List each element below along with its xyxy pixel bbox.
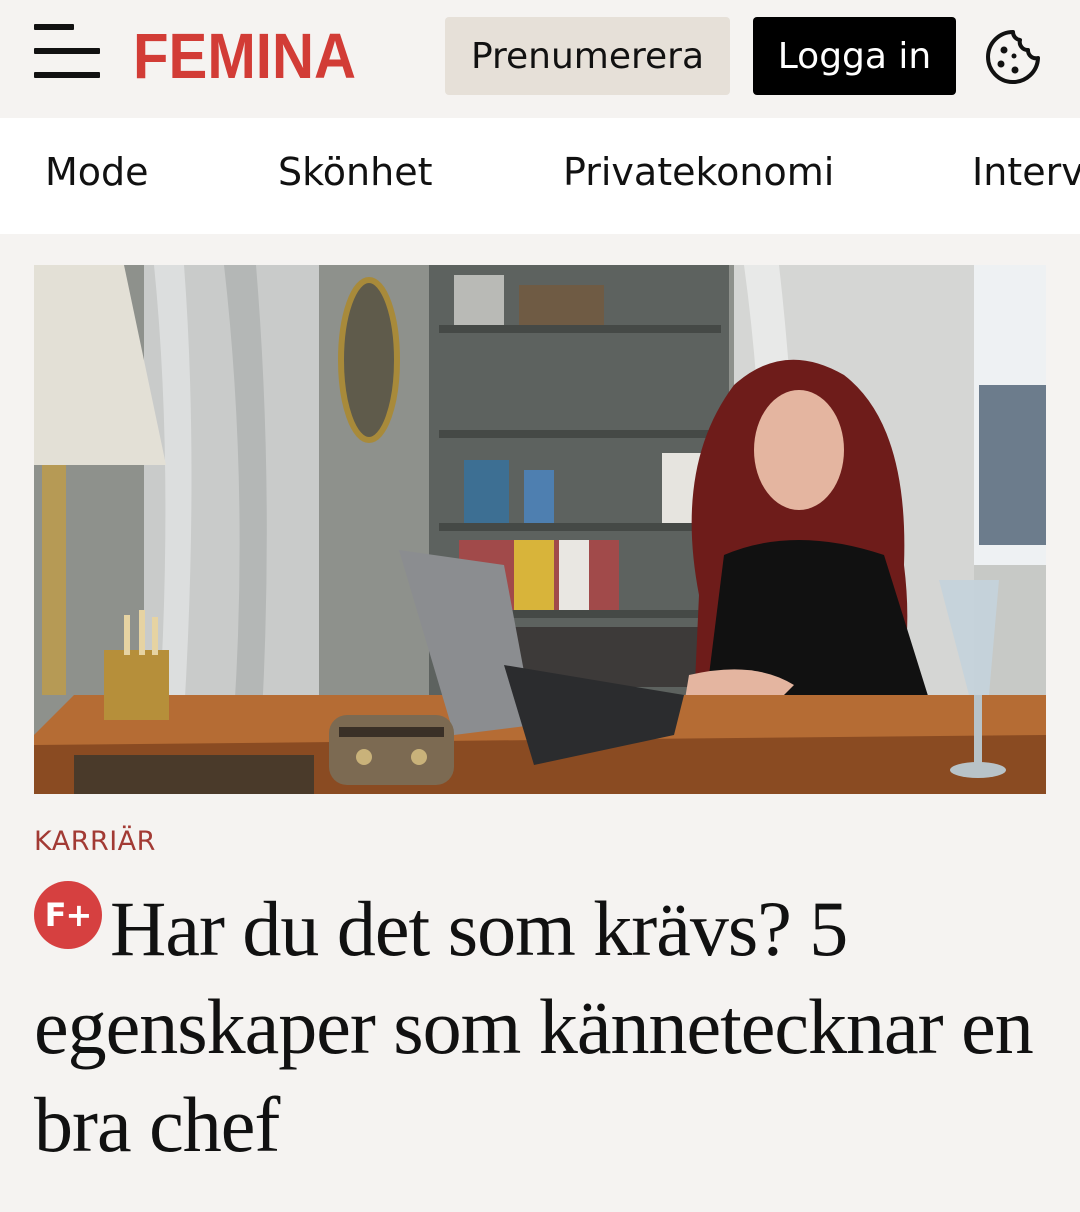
site-header: FEMINA Prenumerera Logga in [0, 0, 1080, 118]
femina-logo[interactable]: FEMINA [133, 26, 358, 84]
article-headline[interactable]: F+ Har du det som krävs? 5 egenskaper som… [34, 880, 1044, 1174]
nav-item-skonhet[interactable]: Skönhet [278, 150, 432, 194]
login-button[interactable]: Logga in [753, 17, 956, 95]
nav-item-privatekonomi[interactable]: Privatekonomi [563, 150, 834, 194]
nav-item-interv[interactable]: Interv [972, 150, 1080, 194]
nav-item-mode[interactable]: Mode [45, 150, 149, 194]
article-category-link[interactable]: KARRIÄR [34, 826, 156, 857]
hero-image[interactable] [34, 265, 1046, 794]
femina-plus-badge-icon: F+ [34, 881, 102, 949]
brand-wordmark: FEMINA [133, 26, 356, 84]
subscribe-button[interactable]: Prenumerera [445, 17, 730, 95]
headline-text: Har du det som krävs? 5 egenskaper som k… [34, 885, 1034, 1168]
plus-badge-label: F+ [44, 896, 93, 934]
hamburger-menu-icon[interactable] [34, 22, 102, 82]
category-nav: Mode Skönhet Privatekonomi Interv [0, 118, 1080, 234]
cookie-icon[interactable] [984, 28, 1042, 86]
